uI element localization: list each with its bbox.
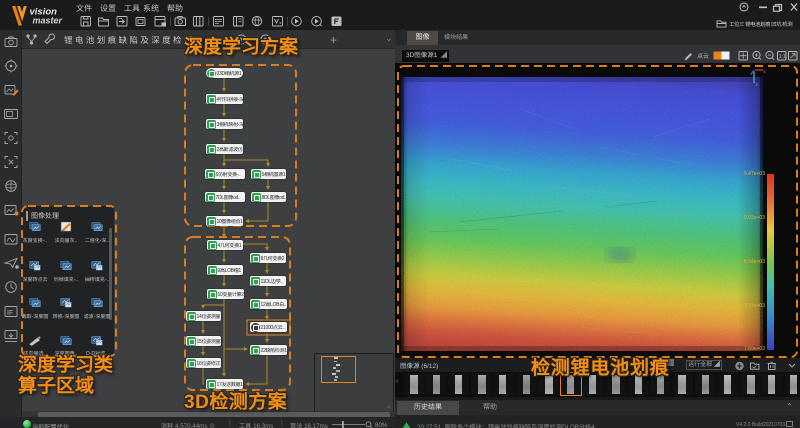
svg-text:IF: IF — [7, 310, 13, 317]
svg-text:master: master — [33, 16, 63, 26]
svg-text:z: z — [756, 82, 759, 87]
svg-text:80%: 80% — [375, 422, 388, 428]
svg-text:点云: 点云 — [697, 52, 709, 60]
svg-text:1:1: 1:1 — [779, 54, 786, 60]
svg-text:x: x — [764, 69, 767, 74]
